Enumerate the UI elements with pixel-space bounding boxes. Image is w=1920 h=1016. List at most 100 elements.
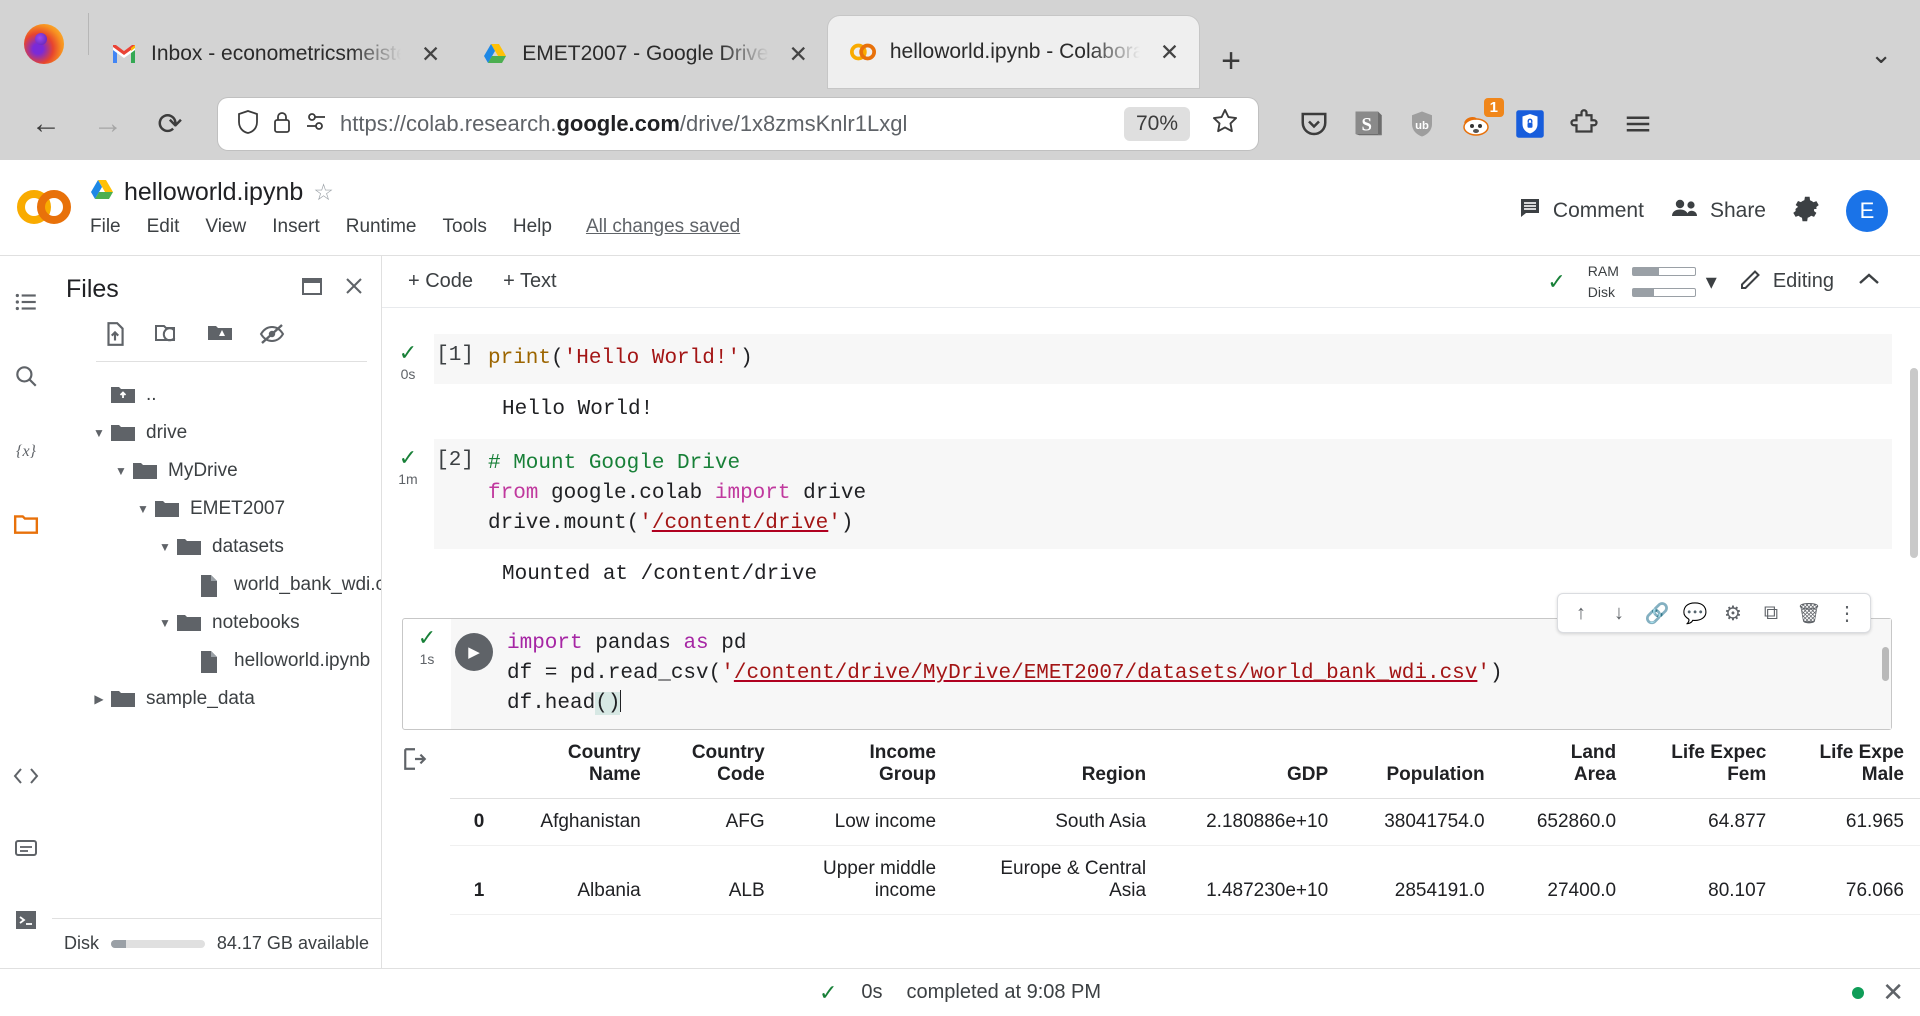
stylus-icon[interactable]: S: [1348, 104, 1388, 144]
extensions-puzzle-icon[interactable]: [1564, 104, 1604, 144]
browser-tab-drive[interactable]: EMET2007 - Google Drive ✕: [460, 20, 828, 88]
notebook-scrollbar[interactable]: [1910, 368, 1918, 558]
colab-app: helloworld.ipynb ☆ File Edit View Insert…: [0, 160, 1920, 1016]
new-window-icon[interactable]: [299, 274, 325, 305]
code-cell-2[interactable]: ✓ 1m [2] # Mount Google Drive from googl…: [382, 439, 1920, 604]
tree-item-drive[interactable]: ▼ drive: [52, 414, 381, 452]
menu-tools[interactable]: Tools: [443, 216, 487, 238]
menu-runtime[interactable]: Runtime: [346, 216, 417, 238]
chevron-down-icon[interactable]: ▼: [132, 502, 154, 516]
dataframe-scroll-container[interactable]: Country Name Country Code Income Group R…: [450, 730, 1920, 915]
add-comment-icon[interactable]: 💬: [1676, 596, 1714, 630]
tree-item-datasets[interactable]: ▼ datasets: [52, 528, 381, 566]
browser-tab-gmail[interactable]: Inbox - econometricsmeister@ ✕: [89, 20, 460, 88]
menu-help[interactable]: Help: [513, 216, 552, 238]
privacy-badger-icon[interactable]: 1: [1456, 98, 1504, 144]
resource-usage-indicator[interactable]: RAM Disk ▾: [1588, 263, 1717, 300]
close-icon[interactable]: [341, 274, 367, 305]
bookmark-star-icon[interactable]: [1202, 107, 1248, 142]
collapse-toolbar-icon[interactable]: [1856, 268, 1894, 296]
zoom-level-badge[interactable]: 70%: [1123, 107, 1190, 141]
browser-tab-colab[interactable]: helloworld.ipynb - Colaborato ✕: [827, 16, 1200, 88]
menu-edit[interactable]: Edit: [147, 216, 180, 238]
colab-logo[interactable]: [0, 170, 90, 230]
tree-item-parent[interactable]: ..: [52, 376, 381, 414]
code-cell-3-active[interactable]: ↑ ↓ 🔗 💬 ⚙ ⧉ 🗑 ⋮ ✓ 1s ▶ import pandas as …: [402, 593, 1892, 730]
mirror-cell-icon[interactable]: ⧉: [1752, 596, 1790, 630]
colab-icon: [849, 39, 876, 65]
code-snippets-icon[interactable]: [4, 754, 48, 798]
new-tab-button[interactable]: +: [1199, 44, 1263, 88]
chevron-right-icon[interactable]: ▶: [88, 692, 110, 706]
cell-region: Europe & Central Asia: [952, 845, 1163, 915]
more-options-icon[interactable]: ⋮: [1828, 596, 1866, 630]
pocket-icon[interactable]: [1294, 104, 1334, 144]
chevron-down-icon[interactable]: ▼: [154, 540, 176, 554]
editing-mode-button[interactable]: Editing: [1739, 267, 1834, 297]
tracking-protection-shield-icon[interactable]: [236, 109, 260, 140]
files-icon[interactable]: [4, 502, 48, 546]
terminal-icon[interactable]: [4, 898, 48, 942]
add-code-cell-button[interactable]: + Code: [408, 270, 473, 293]
list-all-tabs-icon[interactable]: ⌄: [1870, 39, 1920, 88]
avatar[interactable]: E: [1846, 190, 1888, 232]
browser-chrome: Inbox - econometricsmeister@ ✕ EMET2007 …: [0, 0, 1920, 160]
delete-cell-icon[interactable]: 🗑: [1790, 596, 1828, 630]
tree-item-sample-data[interactable]: ▶ sample_data: [52, 680, 381, 718]
gear-icon[interactable]: [1792, 195, 1820, 228]
menu-insert[interactable]: Insert: [272, 216, 320, 238]
col-index: [450, 730, 501, 799]
close-tab-icon[interactable]: ✕: [783, 41, 814, 68]
chevron-down-icon[interactable]: ▾: [1706, 269, 1717, 295]
cell-code-area[interactable]: [2] # Mount Google Drive from google.col…: [434, 439, 1892, 604]
menu-file[interactable]: File: [90, 216, 121, 238]
tree-item-label: notebooks: [212, 612, 300, 633]
close-tab-icon[interactable]: ✕: [1154, 39, 1185, 66]
share-button[interactable]: Share: [1670, 196, 1766, 226]
address-bar[interactable]: https://colab.research.google.com/drive/…: [218, 98, 1258, 150]
bitwarden-icon[interactable]: [1510, 104, 1550, 144]
search-icon[interactable]: [4, 354, 48, 398]
chevron-down-icon[interactable]: ▼: [88, 426, 110, 440]
table-of-contents-icon[interactable]: [4, 280, 48, 324]
cell-code-area[interactable]: ▶ import pandas as pd df = pd.read_csv('…: [451, 619, 1891, 729]
star-icon[interactable]: ☆: [313, 179, 334, 206]
site-security-lock-icon[interactable]: [272, 109, 292, 140]
chevron-down-icon[interactable]: ▼: [110, 464, 132, 478]
hide-hidden-files-icon[interactable]: [258, 321, 285, 347]
refresh-folder-icon[interactable]: [154, 321, 180, 347]
move-cell-down-icon[interactable]: ↓: [1600, 596, 1638, 630]
back-button[interactable]: ←: [18, 100, 74, 148]
ublock-origin-icon[interactable]: ub: [1402, 104, 1442, 144]
run-cell-button[interactable]: ▶: [455, 633, 493, 671]
commands-icon[interactable]: [4, 826, 48, 870]
tree-item-emet2007[interactable]: ▼ EMET2007: [52, 490, 381, 528]
add-text-cell-button[interactable]: + Text: [503, 270, 557, 293]
reload-button[interactable]: ⟳: [142, 100, 198, 148]
app-menu-icon[interactable]: [1618, 104, 1658, 144]
tree-item-mydrive[interactable]: ▼ MyDrive: [52, 452, 381, 490]
firefox-logo-button[interactable]: [0, 0, 88, 88]
comment-button[interactable]: Comment: [1517, 196, 1644, 226]
move-cell-up-icon[interactable]: ↑: [1562, 596, 1600, 630]
notebook-filename[interactable]: helloworld.ipynb: [124, 178, 303, 207]
close-status-icon[interactable]: ✕: [1882, 977, 1904, 1008]
link-to-cell-icon[interactable]: 🔗: [1638, 596, 1676, 630]
url-text[interactable]: https://colab.research.google.com/drive/…: [340, 111, 1112, 137]
cell-scrollbar[interactable]: [1882, 647, 1889, 681]
menu-view[interactable]: View: [205, 216, 246, 238]
mount-drive-icon[interactable]: [206, 321, 232, 347]
close-tab-icon[interactable]: ✕: [415, 41, 446, 68]
tree-item-notebooks[interactable]: ▼ notebooks: [52, 604, 381, 642]
tree-item-world-bank-wdi-csv[interactable]: world_bank_wdi.csv: [52, 566, 381, 604]
upload-file-icon[interactable]: [102, 321, 128, 347]
forward-button[interactable]: →: [80, 100, 136, 148]
cell-code-area[interactable]: [1] print('Hello World!') Hello World!: [434, 334, 1892, 439]
chevron-down-icon[interactable]: ▼: [154, 616, 176, 630]
site-permissions-icon[interactable]: [304, 110, 328, 139]
tree-item-helloworld-ipynb[interactable]: helloworld.ipynb: [52, 642, 381, 680]
cell-settings-icon[interactable]: ⚙: [1714, 596, 1752, 630]
save-status[interactable]: All changes saved: [586, 216, 740, 238]
code-cell-1[interactable]: ✓ 0s [1] print('Hello World!') Hello Wor…: [382, 334, 1920, 439]
variables-icon[interactable]: {x}: [4, 428, 48, 472]
